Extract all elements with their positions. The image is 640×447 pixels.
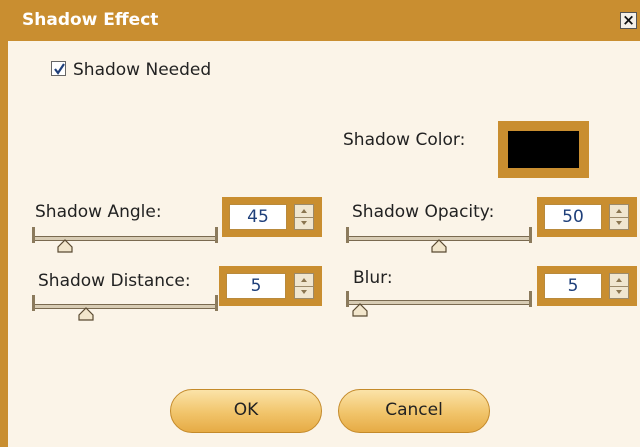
ok-button[interactable]: OK: [170, 389, 322, 433]
dialog-title: Shadow Effect: [22, 10, 159, 30]
shadow-angle-input[interactable]: 45: [229, 204, 287, 230]
shadow-opacity-numbox: 50: [537, 197, 637, 237]
shadow-opacity-spinner[interactable]: [609, 204, 629, 230]
slider-track: [32, 304, 218, 309]
shadow-color-label: Shadow Color:: [343, 130, 466, 150]
checkmark-icon: [54, 63, 65, 75]
slider-thumb-icon[interactable]: [77, 307, 94, 321]
title-bar: Shadow Effect ×: [0, 0, 640, 41]
slider-right-cap: [215, 227, 218, 243]
spin-down-icon[interactable]: [295, 217, 313, 229]
shadow-distance-numbox: 5: [219, 266, 322, 306]
blur-spinner[interactable]: [609, 273, 629, 299]
shadow-opacity-slider[interactable]: [346, 227, 532, 253]
shadow-angle-numbox: 45: [222, 197, 322, 237]
spin-down-icon[interactable]: [610, 217, 628, 229]
blur-slider[interactable]: [346, 291, 532, 317]
shadow-angle-slider[interactable]: [32, 227, 218, 253]
slider-left-cap: [32, 295, 35, 311]
slider-left-cap: [346, 227, 349, 243]
shadow-distance-spinner[interactable]: [294, 273, 314, 299]
slider-right-cap: [529, 291, 532, 307]
shadow-color-picker[interactable]: [498, 121, 589, 178]
shadow-distance-slider[interactable]: [32, 295, 218, 321]
blur-numbox: 5: [537, 266, 637, 306]
shadow-color-swatch: [508, 131, 579, 168]
shadow-distance-label: Shadow Distance:: [38, 271, 191, 291]
shadow-opacity-input[interactable]: 50: [544, 204, 602, 230]
shadow-needed-checkbox[interactable]: [51, 61, 66, 76]
shadow-needed-label: Shadow Needed: [73, 60, 212, 80]
close-icon[interactable]: ×: [620, 12, 637, 29]
slider-left-cap: [346, 291, 349, 307]
slider-thumb-icon[interactable]: [57, 239, 73, 253]
slider-right-cap: [215, 295, 218, 311]
slider-left-cap: [32, 227, 35, 243]
blur-input[interactable]: 5: [544, 273, 602, 299]
shadow-opacity-label: Shadow Opacity:: [352, 202, 495, 222]
shadow-distance-input[interactable]: 5: [226, 273, 286, 299]
shadow-angle-label: Shadow Angle:: [35, 202, 162, 222]
slider-thumb-icon[interactable]: [352, 303, 368, 317]
slider-thumb-icon[interactable]: [431, 239, 447, 253]
slider-track: [346, 300, 532, 305]
blur-label: Blur:: [353, 268, 393, 288]
spin-down-icon[interactable]: [610, 286, 628, 298]
spin-down-icon[interactable]: [295, 286, 313, 298]
shadow-angle-spinner[interactable]: [294, 204, 314, 230]
cancel-button[interactable]: Cancel: [338, 389, 490, 433]
slider-right-cap: [529, 227, 532, 243]
